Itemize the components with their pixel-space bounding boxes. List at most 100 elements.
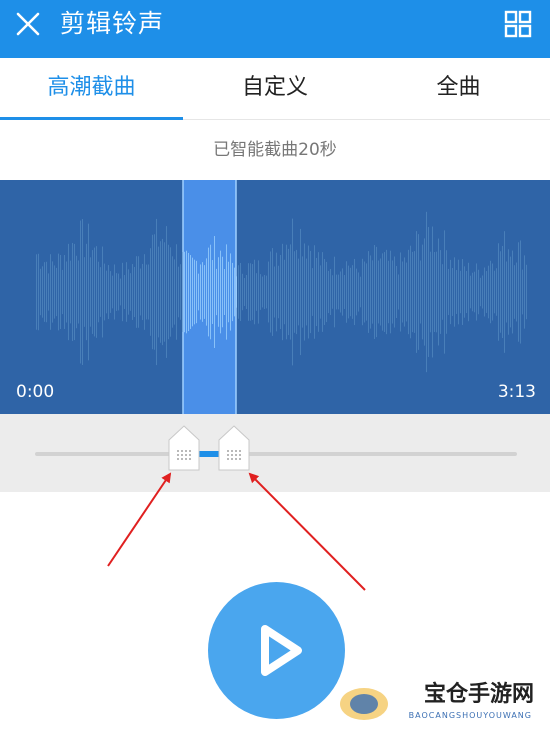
waveform-bar	[182, 252, 183, 332]
waveform-bar	[66, 261, 67, 323]
tab-full-song[interactable]: 全曲	[367, 58, 550, 120]
waveform-bar	[36, 254, 37, 330]
waveform-bar	[226, 244, 227, 340]
waveform-bar	[470, 275, 471, 309]
waveform-bar	[140, 268, 141, 316]
waveform-bar	[262, 276, 263, 308]
waveform-bar	[274, 266, 275, 318]
waveform-bar	[318, 252, 319, 332]
waveform-bar	[402, 261, 403, 323]
waveform	[36, 180, 527, 414]
waveform-bar	[374, 245, 375, 339]
waveform-panel[interactable]: 0:00 3:13	[0, 180, 550, 414]
waveform-bar	[510, 256, 511, 328]
waveform-bar	[488, 265, 489, 319]
waveform-bar	[284, 259, 285, 325]
waveform-bar	[230, 253, 231, 331]
waveform-bar	[240, 262, 241, 322]
waveform-bar	[88, 223, 89, 361]
waveform-bar	[314, 245, 315, 339]
waveform-bar	[148, 264, 149, 320]
start-handle[interactable]	[167, 424, 201, 472]
waveform-bar	[44, 262, 45, 322]
waveform-bar	[386, 249, 387, 335]
waveform-bar	[78, 260, 79, 324]
waveform-bar	[524, 255, 525, 329]
waveform-bar	[158, 246, 159, 338]
waveform-bar	[320, 265, 321, 319]
waveform-bar	[288, 248, 289, 336]
waveform-bar	[146, 264, 147, 320]
waveform-bar	[316, 257, 317, 327]
waveform-bar	[90, 257, 91, 327]
waveform-bar	[238, 265, 239, 319]
tab-climax[interactable]: 高潮截曲	[0, 58, 183, 120]
waveform-bar	[168, 244, 169, 340]
waveform-bar	[172, 256, 173, 328]
waveform-bar	[426, 211, 427, 373]
waveform-bar	[212, 260, 213, 324]
waveform-bar	[122, 262, 123, 322]
waveform-bar	[102, 246, 103, 338]
waveform-bar	[236, 276, 237, 308]
waveform-bar	[84, 257, 85, 327]
waveform-bar	[282, 243, 283, 341]
range-slider	[0, 414, 550, 492]
waveform-bar	[490, 260, 491, 324]
waveform-bar	[444, 230, 445, 354]
close-icon[interactable]	[12, 8, 44, 40]
waveform-bar	[134, 266, 135, 318]
waveform-bar	[460, 270, 461, 314]
waveform-bar	[58, 253, 59, 331]
waveform-bar	[180, 264, 181, 320]
waveform-bar	[448, 268, 449, 316]
waveform-bar	[220, 250, 221, 334]
waveform-bar	[106, 270, 107, 314]
waveform-bar	[278, 265, 279, 319]
waveform-bar	[392, 260, 393, 324]
waveform-bar	[472, 272, 473, 312]
waveform-bar	[408, 249, 409, 335]
waveform-bar	[216, 268, 217, 316]
waveform-bar	[68, 243, 69, 341]
waveform-bar	[40, 268, 41, 316]
waveform-bar	[56, 267, 57, 317]
waveform-bar	[504, 231, 505, 353]
waveform-bar	[188, 252, 189, 332]
waveform-bar	[508, 249, 509, 335]
top-bar: 剪辑铃声	[0, 0, 550, 58]
waveform-bar	[516, 262, 517, 322]
waveform-bar	[372, 260, 373, 324]
tab-custom[interactable]: 自定义	[183, 58, 367, 120]
waveform-bar	[94, 247, 95, 337]
end-handle[interactable]	[217, 424, 251, 472]
play-button[interactable]	[208, 582, 345, 719]
waveform-bar	[462, 259, 463, 325]
waveform-bar	[380, 258, 381, 326]
waveform-bar	[376, 246, 377, 338]
auto-clip-hint: 已智能截曲20秒	[0, 121, 550, 180]
waveform-bar	[232, 262, 233, 322]
waveform-bar	[404, 257, 405, 327]
waveform-bar	[128, 269, 129, 315]
waveform-bar	[350, 267, 351, 317]
waveform-bar	[292, 218, 293, 366]
waveform-bar	[118, 273, 119, 311]
waveform-bar	[138, 256, 139, 328]
slider-track[interactable]	[35, 452, 517, 456]
waveform-bar	[476, 263, 477, 321]
waveform-bar	[412, 251, 413, 333]
waveform-bar	[502, 245, 503, 339]
waveform-bar	[498, 243, 499, 341]
waveform-bar	[294, 251, 295, 333]
watermark-logo-icon	[340, 688, 388, 720]
waveform-bar	[442, 264, 443, 320]
waveform-bar	[290, 244, 291, 340]
waveform-bar	[436, 251, 437, 333]
waveform-bar	[454, 257, 455, 327]
waveform-bar	[368, 251, 369, 333]
waveform-bar	[116, 273, 117, 311]
waveform-bar	[70, 260, 71, 324]
waveform-bar	[184, 251, 185, 333]
grid-icon[interactable]	[504, 10, 532, 38]
